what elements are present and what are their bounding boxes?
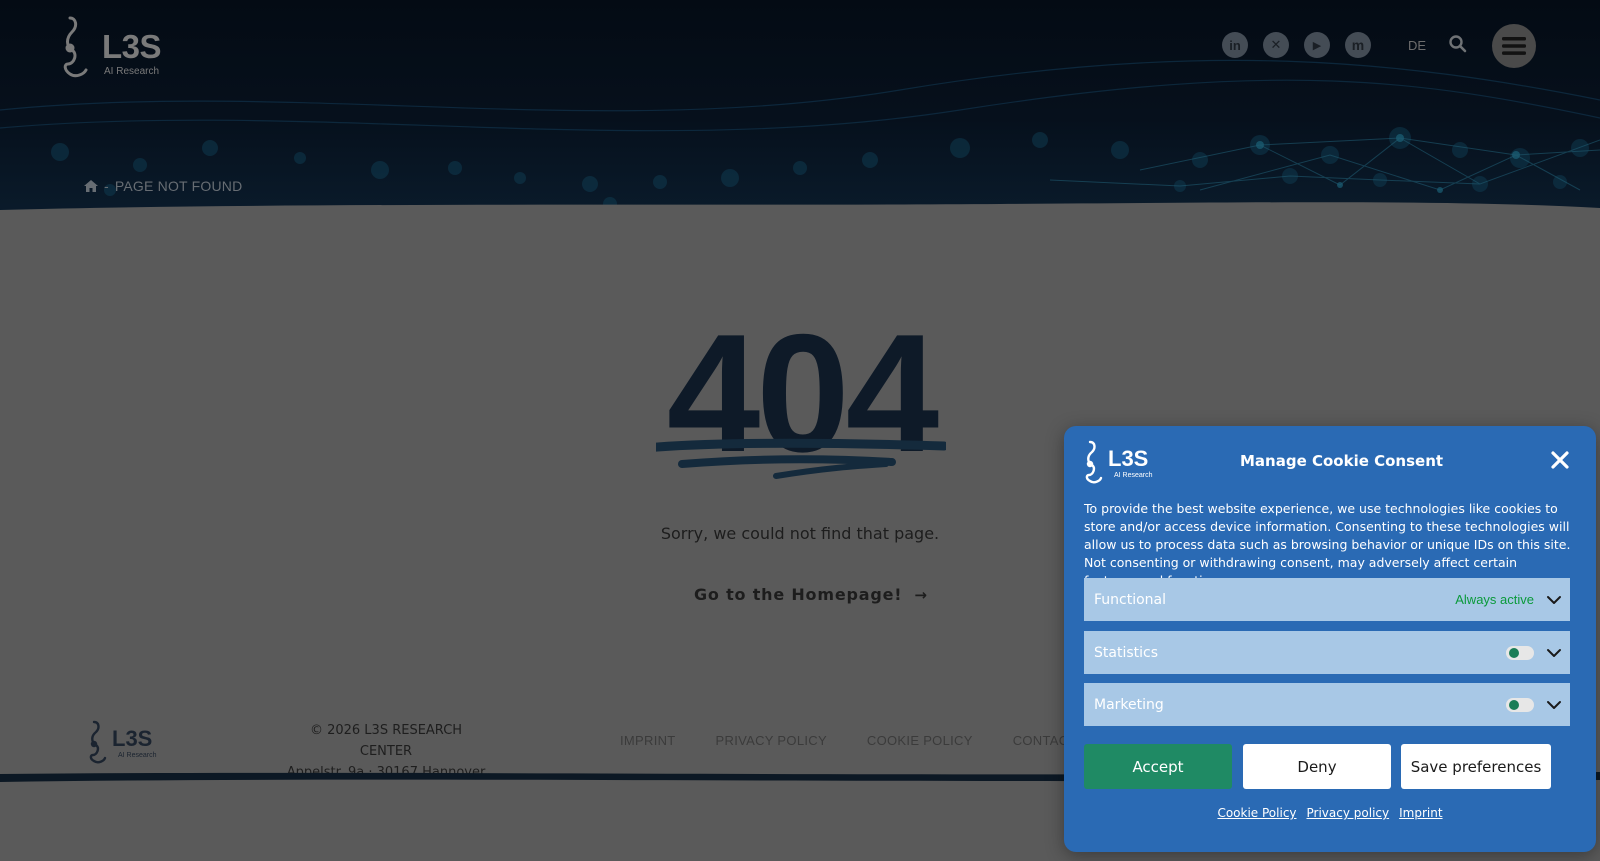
hamburger-icon xyxy=(1502,37,1526,55)
youtube-icon[interactable]: ▶ xyxy=(1304,32,1330,58)
category-label: Functional xyxy=(1094,591,1167,608)
cookie-links: Cookie Policy Privacy policy Imprint xyxy=(1064,806,1596,820)
footer-link-cookie-policy[interactable]: COOKIE POLICY xyxy=(867,733,973,748)
breadcrumb-separator: - xyxy=(104,178,109,194)
marketing-toggle[interactable] xyxy=(1506,697,1534,712)
xing-icon[interactable]: ✕ xyxy=(1263,32,1289,58)
cookie-category-statistics[interactable]: Statistics xyxy=(1084,631,1570,674)
chevron-down-icon[interactable] xyxy=(1546,592,1562,608)
logo-mark-icon xyxy=(63,16,88,78)
site-logo[interactable]: L3S AI Research xyxy=(62,14,172,78)
mastodon-icon[interactable]: m xyxy=(1345,32,1371,58)
header-wave-divider xyxy=(0,202,1600,214)
homepage-link-label: Go to the Homepage! xyxy=(694,585,903,604)
imprint-link[interactable]: Imprint xyxy=(1399,806,1442,820)
deny-button[interactable]: Deny xyxy=(1243,744,1391,789)
close-icon[interactable] xyxy=(1548,448,1572,472)
footer-logo-subtitle: AI Research xyxy=(118,752,157,759)
youtube-glyph: ▶ xyxy=(1312,38,1322,52)
search-icon[interactable] xyxy=(1448,34,1468,54)
copyright-text: © 2026 L3S RESEARCH CENTER xyxy=(309,723,463,759)
chevron-down-icon[interactable] xyxy=(1546,697,1562,713)
language-switch[interactable]: DE xyxy=(1408,38,1426,53)
footer-logo-text: L3S xyxy=(112,726,153,751)
footer-link-imprint[interactable]: IMPRINT xyxy=(620,733,676,748)
statistics-toggle[interactable] xyxy=(1506,645,1534,660)
cookie-category-functional[interactable]: Functional Always active xyxy=(1084,578,1570,621)
cookie-logo-subtitle: AI Research xyxy=(1114,472,1153,479)
linkedin-icon[interactable]: in xyxy=(1222,32,1248,58)
footer-nav: IMPRINT PRIVACY POLICY COOKIE POLICY CON… xyxy=(620,733,1077,748)
cookie-category-marketing[interactable]: Marketing xyxy=(1084,683,1570,726)
menu-button[interactable] xyxy=(1492,24,1536,68)
category-label: Statistics xyxy=(1094,644,1158,661)
footer-link-privacy-policy[interactable]: PRIVACY POLICY xyxy=(716,733,827,748)
logo-text: L3S xyxy=(102,28,162,65)
footer-logo[interactable]: L3S AI Research xyxy=(88,720,160,764)
homepage-link[interactable]: Go to the Homepage! → xyxy=(694,585,928,604)
breadcrumb: - PAGE NOT FOUND xyxy=(84,178,242,194)
breadcrumb-current: PAGE NOT FOUND xyxy=(114,178,243,194)
cookie-policy-link[interactable]: Cookie Policy xyxy=(1217,806,1296,820)
cookie-logo-text: L3S xyxy=(1108,446,1149,471)
linkedin-glyph: in xyxy=(1229,37,1241,53)
always-active-badge: Always active xyxy=(1455,592,1534,607)
brush-underline xyxy=(656,438,946,479)
cookie-dialog-title: Manage Cookie Consent xyxy=(1240,452,1444,470)
mastodon-glyph: m xyxy=(1351,37,1365,53)
privacy-policy-link[interactable]: Privacy policy xyxy=(1307,806,1390,820)
xing-glyph: ✕ xyxy=(1270,37,1282,53)
accept-button[interactable]: Accept xyxy=(1084,744,1232,789)
save-preferences-button[interactable]: Save preferences xyxy=(1401,744,1551,789)
cookie-description: To provide the best website experience, … xyxy=(1084,501,1571,588)
chevron-down-icon[interactable] xyxy=(1546,645,1562,661)
logo-subtitle: AI Research xyxy=(104,66,160,77)
category-label: Marketing xyxy=(1094,696,1164,713)
arrow-right-icon: → xyxy=(914,585,928,604)
error-code: 404 xyxy=(656,309,946,488)
home-icon[interactable] xyxy=(84,180,98,192)
cookie-logo: L3S AI Research xyxy=(1084,440,1154,484)
cookie-consent-dialog: L3S AI Research Manage Cookie Consent To… xyxy=(1064,426,1596,852)
page-header: L3S AI Research in ✕ ▶ m DE - PAGE NOT F… xyxy=(0,0,1600,214)
